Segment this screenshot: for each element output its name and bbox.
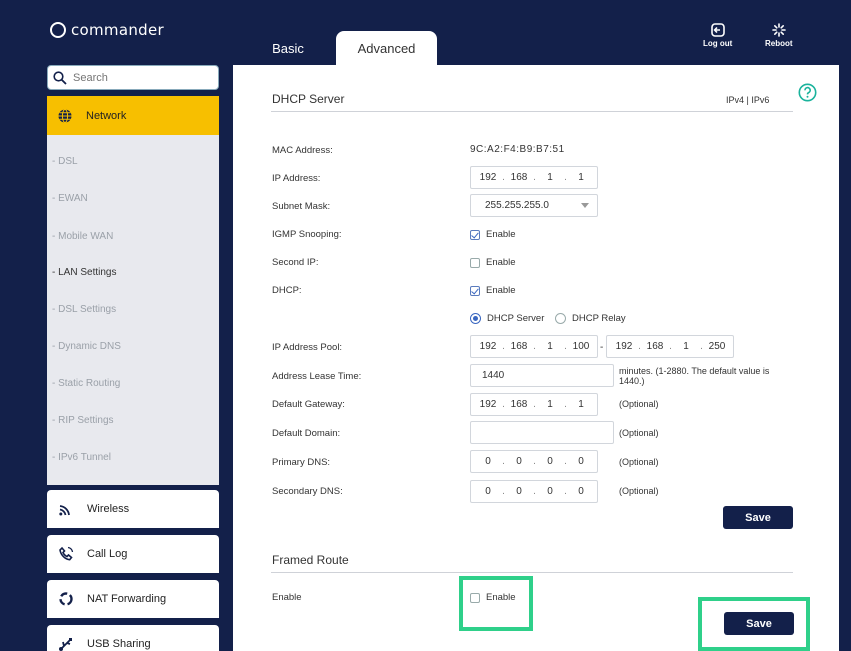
sidebar-subitem-rip-settings[interactable]: - RIP Settings: [52, 415, 114, 426]
logo-ring-icon: [50, 22, 66, 38]
primary-dns-optional-hint: (Optional): [619, 457, 659, 467]
ip-version-switch[interactable]: IPv4 | IPv6: [726, 95, 769, 105]
sidebar-item-nat-forwarding[interactable]: NAT Forwarding: [47, 580, 219, 618]
radio-empty-icon: [555, 313, 566, 324]
default-gateway-label: Default Gateway:: [272, 399, 345, 410]
second-ip-checkbox[interactable]: Enable: [470, 257, 516, 268]
dhcp-server-radio[interactable]: DHCP Server: [470, 313, 544, 324]
dhcp-section-title: DHCP Server: [272, 92, 345, 106]
second-ip-label: Second IP:: [272, 257, 319, 268]
phone-icon: [59, 546, 74, 561]
sidebar-subitem-dsl-settings[interactable]: - DSL Settings: [52, 304, 116, 315]
primary-dns-label: Primary DNS:: [272, 457, 331, 468]
framed-route-enable-label: Enable: [272, 592, 302, 603]
secondary-dns-optional-hint: (Optional): [619, 486, 659, 496]
domain-optional-hint: (Optional): [619, 428, 659, 438]
pool-separator: -: [600, 342, 604, 353]
logout-icon: [710, 23, 725, 37]
default-gateway-input[interactable]: 192. 168. 1. 1: [470, 393, 598, 416]
tab-advanced[interactable]: Advanced: [336, 31, 437, 65]
sidebar-subitem-dynamic-dns[interactable]: - Dynamic DNS: [52, 341, 121, 352]
sidebar-item-label: NAT Forwarding: [87, 593, 167, 605]
subnet-mask-select[interactable]: 255.255.255.0: [470, 194, 598, 217]
sidebar-item-label: USB Sharing: [87, 638, 151, 650]
ip-address-label: IP Address:: [272, 173, 321, 184]
wifi-icon: [59, 505, 70, 516]
brand-name: commander: [71, 21, 164, 39]
sidebar-item-network[interactable]: Network: [47, 96, 219, 135]
chevron-down-icon: [581, 203, 589, 208]
dhcp-label: DHCP:: [272, 285, 302, 296]
checkbox-checked-icon: [470, 285, 480, 296]
globe-icon: [58, 108, 72, 123]
sidebar-item-label: Network: [86, 109, 127, 122]
checkbox-empty-icon: [470, 257, 480, 268]
highlight-box-save: [698, 597, 810, 651]
sidebar-item-wireless[interactable]: Wireless: [47, 490, 219, 528]
sidebar-item-label: Wireless: [87, 503, 130, 515]
subnet-mask-value: 255.255.255.0: [485, 200, 549, 211]
ip-address-pool-label: IP Address Pool:: [272, 342, 343, 353]
highlight-box-enable: [459, 576, 533, 631]
mac-address-value: 9C:A2:F4:B9:B7:51: [470, 144, 565, 155]
logout-button[interactable]: Log out: [703, 23, 732, 48]
checkbox-checked-icon: [470, 229, 480, 240]
usb-icon: [59, 638, 72, 651]
brand-logo: commander: [50, 21, 164, 39]
sidebar-subitem-ipv6-tunnel[interactable]: - IPv6 Tunnel: [52, 452, 111, 463]
logout-label: Log out: [703, 39, 733, 48]
lease-time-hint: minutes. (1-2880. The default value is 1…: [619, 366, 770, 386]
framed-route-section-title: Framed Route: [272, 553, 349, 567]
section-divider: [271, 111, 793, 112]
secondary-dns-label: Secondary DNS:: [272, 486, 343, 497]
sidebar-subitem-ewan[interactable]: - EWAN: [52, 193, 88, 204]
secondary-dns-input[interactable]: 0.0.0.0: [470, 480, 598, 503]
igmp-snooping-checkbox[interactable]: Enable: [470, 229, 516, 240]
reboot-button[interactable]: Reboot: [765, 23, 793, 48]
mac-address-label: MAC Address:: [272, 145, 333, 156]
sidebar-subitem-mobile-wan[interactable]: - Mobile WAN: [52, 231, 113, 242]
sidebar-subitem-dsl[interactable]: - DSL: [52, 156, 78, 167]
gateway-optional-hint: (Optional): [619, 399, 659, 409]
dhcp-save-button[interactable]: Save: [723, 506, 793, 529]
ip-address-input[interactable]: 192. 168. 1. 1: [470, 166, 598, 189]
radio-selected-icon: [470, 313, 481, 324]
pool-start-input[interactable]: 192. 168. 1. 100: [470, 335, 598, 358]
sidebar-item-label: Call Log: [87, 548, 128, 560]
tab-basic[interactable]: Basic: [258, 31, 318, 65]
pool-end-input[interactable]: 192. 168. 1. 250: [606, 335, 734, 358]
sidebar-subitem-static-routing[interactable]: - Static Routing: [52, 378, 120, 389]
sidebar-subitem-lan-settings[interactable]: - LAN Settings: [52, 267, 116, 278]
search-icon: [53, 70, 67, 85]
lease-time-label: Address Lease Time:: [272, 371, 362, 382]
reboot-icon: [771, 23, 786, 37]
dhcp-relay-radio[interactable]: DHCP Relay: [555, 313, 626, 324]
reboot-label: Reboot: [765, 39, 793, 48]
lease-time-input[interactable]: 1440: [470, 364, 614, 387]
igmp-snooping-label: IGMP Snooping:: [272, 229, 342, 240]
section-divider: [271, 572, 793, 573]
search-input[interactable]: [73, 71, 193, 84]
sidebar-item-call-log[interactable]: Call Log: [47, 535, 219, 573]
sidebar-item-usb-sharing[interactable]: USB Sharing: [47, 625, 219, 651]
primary-dns-input[interactable]: 0.0.0.0: [470, 450, 598, 473]
default-domain-input[interactable]: [470, 421, 614, 444]
search-box[interactable]: [47, 65, 219, 90]
subnet-mask-label: Subnet Mask:: [272, 201, 331, 212]
dhcp-enable-checkbox[interactable]: Enable: [470, 285, 516, 296]
nat-forwarding-icon: [59, 592, 73, 606]
default-domain-label: Default Domain:: [272, 428, 341, 439]
help-icon[interactable]: [798, 83, 817, 102]
